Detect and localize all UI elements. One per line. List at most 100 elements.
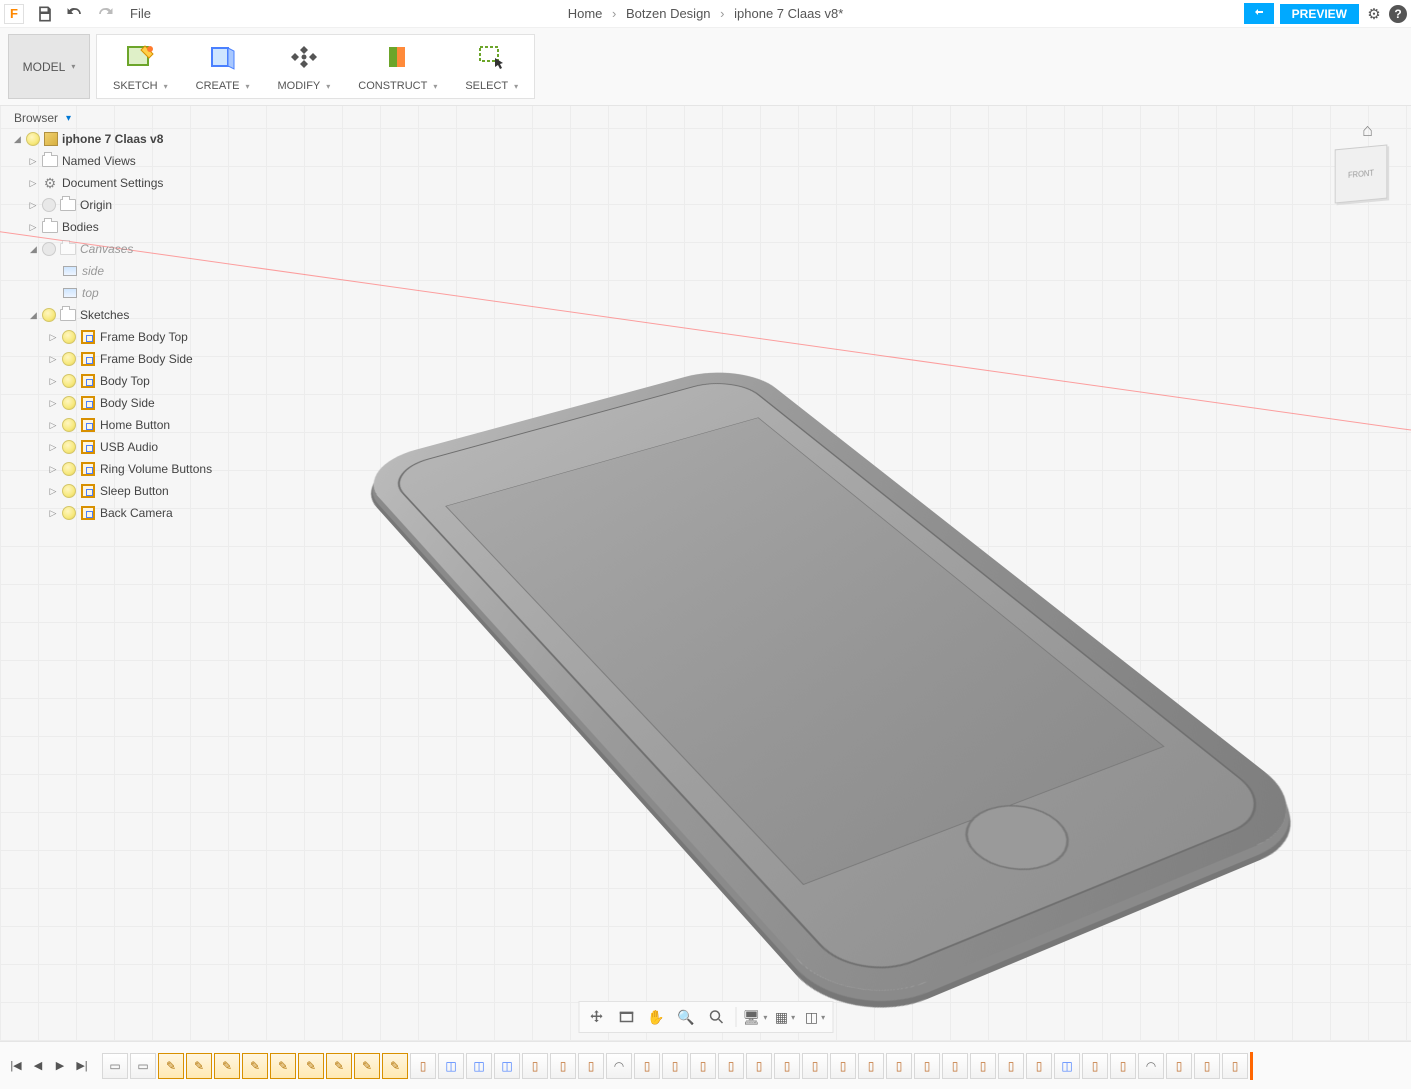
timeline-feature[interactable]: ▯: [1026, 1053, 1052, 1079]
timeline-feature[interactable]: ▯: [774, 1053, 800, 1079]
timeline-feature[interactable]: ◫: [494, 1053, 520, 1079]
timeline-feature[interactable]: ◠: [1138, 1053, 1164, 1079]
timeline-feature[interactable]: ▯: [1222, 1053, 1248, 1079]
pan-icon[interactable]: ✋: [645, 1006, 667, 1028]
timeline-feature[interactable]: ✎: [186, 1053, 212, 1079]
tree-bodies[interactable]: Bodies: [6, 216, 246, 238]
tree-named-views[interactable]: Named Views: [6, 150, 246, 172]
update-button[interactable]: [1244, 3, 1274, 24]
timeline-feature[interactable]: ◫: [1054, 1053, 1080, 1079]
tree-sketch-item[interactable]: USB Audio: [6, 436, 246, 458]
visibility-bulb-icon[interactable]: [42, 242, 56, 256]
timeline-feature[interactable]: ▭: [102, 1053, 128, 1079]
tree-canvas-item[interactable]: side: [6, 260, 246, 282]
create-menu[interactable]: CREATE: [182, 39, 264, 94]
timeline-feature[interactable]: ✎: [270, 1053, 296, 1079]
tree-sketch-item[interactable]: Body Top: [6, 370, 246, 392]
grid-settings-menu[interactable]: ▦: [774, 1006, 796, 1028]
timeline-feature[interactable]: ◫: [466, 1053, 492, 1079]
timeline-feature[interactable]: ◠: [606, 1053, 632, 1079]
visibility-bulb-icon[interactable]: [62, 462, 76, 476]
app-logo[interactable]: F: [4, 4, 24, 24]
timeline-feature[interactable]: ▯: [718, 1053, 744, 1079]
model-phone[interactable]: [122, 312, 1291, 885]
display-settings-menu[interactable]: 🖥: [744, 1006, 766, 1028]
visibility-bulb-icon[interactable]: [62, 330, 76, 344]
timeline-feature[interactable]: ▯: [410, 1053, 436, 1079]
viewport-layout-menu[interactable]: ◫: [804, 1006, 826, 1028]
visibility-bulb-icon[interactable]: [62, 440, 76, 454]
timeline-feature[interactable]: ▯: [1194, 1053, 1220, 1079]
timeline-feature[interactable]: ▯: [746, 1053, 772, 1079]
timeline-feature[interactable]: ▯: [522, 1053, 548, 1079]
home-view-icon[interactable]: ⌂: [1362, 120, 1373, 141]
timeline-feature[interactable]: ✎: [298, 1053, 324, 1079]
timeline-feature[interactable]: ✎: [382, 1053, 408, 1079]
timeline-feature[interactable]: ▯: [550, 1053, 576, 1079]
tree-sketch-item[interactable]: Frame Body Top: [6, 326, 246, 348]
select-menu[interactable]: SELECT: [451, 39, 532, 94]
breadcrumb-home[interactable]: Home: [568, 6, 603, 21]
lookat-icon[interactable]: [615, 1006, 637, 1028]
breadcrumb-file[interactable]: iphone 7 Claas v8*: [734, 6, 843, 21]
construct-menu[interactable]: CONSTRUCT: [344, 39, 451, 94]
zoom-fit-icon[interactable]: [705, 1006, 727, 1028]
timeline-feature[interactable]: ▯: [578, 1053, 604, 1079]
timeline-feature[interactable]: ▯: [690, 1053, 716, 1079]
tree-sketch-item[interactable]: Frame Body Side: [6, 348, 246, 370]
timeline-feature[interactable]: ▯: [830, 1053, 856, 1079]
zoom-icon[interactable]: 🔍: [675, 1006, 697, 1028]
timeline-feature[interactable]: ▯: [634, 1053, 660, 1079]
visibility-bulb-icon[interactable]: [62, 396, 76, 410]
visibility-bulb-icon[interactable]: [26, 132, 40, 146]
breadcrumb-folder[interactable]: Botzen Design: [626, 6, 711, 21]
timeline-end-icon[interactable]: ▶|: [73, 1057, 91, 1075]
tree-canvases[interactable]: Canvases: [6, 238, 246, 260]
timeline-feature[interactable]: ▯: [802, 1053, 828, 1079]
timeline-start-icon[interactable]: |◀: [7, 1057, 25, 1075]
timeline-next-icon[interactable]: ▶: [51, 1057, 69, 1075]
visibility-bulb-icon[interactable]: [42, 198, 56, 212]
help-icon[interactable]: ?: [1389, 5, 1407, 23]
sketch-menu[interactable]: SKETCH: [99, 39, 182, 94]
timeline-feature[interactable]: ▯: [970, 1053, 996, 1079]
undo-icon[interactable]: [65, 4, 85, 24]
visibility-bulb-icon[interactable]: [62, 484, 76, 498]
timeline-feature[interactable]: ▯: [1082, 1053, 1108, 1079]
timeline-feature[interactable]: ▯: [942, 1053, 968, 1079]
timeline-feature[interactable]: ✎: [326, 1053, 352, 1079]
timeline-feature[interactable]: ▯: [998, 1053, 1024, 1079]
timeline-feature[interactable]: ▯: [914, 1053, 940, 1079]
modify-menu[interactable]: MODIFY: [263, 39, 344, 94]
timeline-feature[interactable]: ▯: [662, 1053, 688, 1079]
workspace-mode-button[interactable]: MODEL: [8, 34, 90, 99]
visibility-bulb-icon[interactable]: [62, 418, 76, 432]
timeline-feature[interactable]: ▯: [1166, 1053, 1192, 1079]
timeline-feature[interactable]: ▯: [1110, 1053, 1136, 1079]
visibility-bulb-icon[interactable]: [62, 506, 76, 520]
timeline-feature[interactable]: ▯: [886, 1053, 912, 1079]
tree-sketches[interactable]: Sketches: [6, 304, 246, 326]
visibility-bulb-icon[interactable]: [42, 308, 56, 322]
timeline-feature[interactable]: ✎: [158, 1053, 184, 1079]
gear-icon[interactable]: ⚙: [1365, 5, 1383, 23]
tree-sketch-item[interactable]: Body Side: [6, 392, 246, 414]
visibility-bulb-icon[interactable]: [62, 352, 76, 366]
orbit-icon[interactable]: [585, 1006, 607, 1028]
visibility-bulb-icon[interactable]: [62, 374, 76, 388]
timeline-feature[interactable]: ▯: [858, 1053, 884, 1079]
tree-sketch-item[interactable]: Sleep Button: [6, 480, 246, 502]
tree-canvas-item[interactable]: top: [6, 282, 246, 304]
tree-origin[interactable]: Origin: [6, 194, 246, 216]
tree-sketch-item[interactable]: Ring Volume Buttons: [6, 458, 246, 480]
timeline-prev-icon[interactable]: ◀: [29, 1057, 47, 1075]
viewcube[interactable]: FRONT: [1335, 144, 1388, 203]
timeline-feature[interactable]: ✎: [354, 1053, 380, 1079]
tree-root[interactable]: iphone 7 Claas v8: [6, 128, 246, 150]
timeline-marker[interactable]: [1250, 1052, 1253, 1080]
timeline-feature[interactable]: ✎: [242, 1053, 268, 1079]
preview-button[interactable]: PREVIEW: [1280, 4, 1359, 24]
tree-sketch-item[interactable]: Home Button: [6, 414, 246, 436]
timeline-feature[interactable]: ▭: [130, 1053, 156, 1079]
timeline-feature[interactable]: ✎: [214, 1053, 240, 1079]
